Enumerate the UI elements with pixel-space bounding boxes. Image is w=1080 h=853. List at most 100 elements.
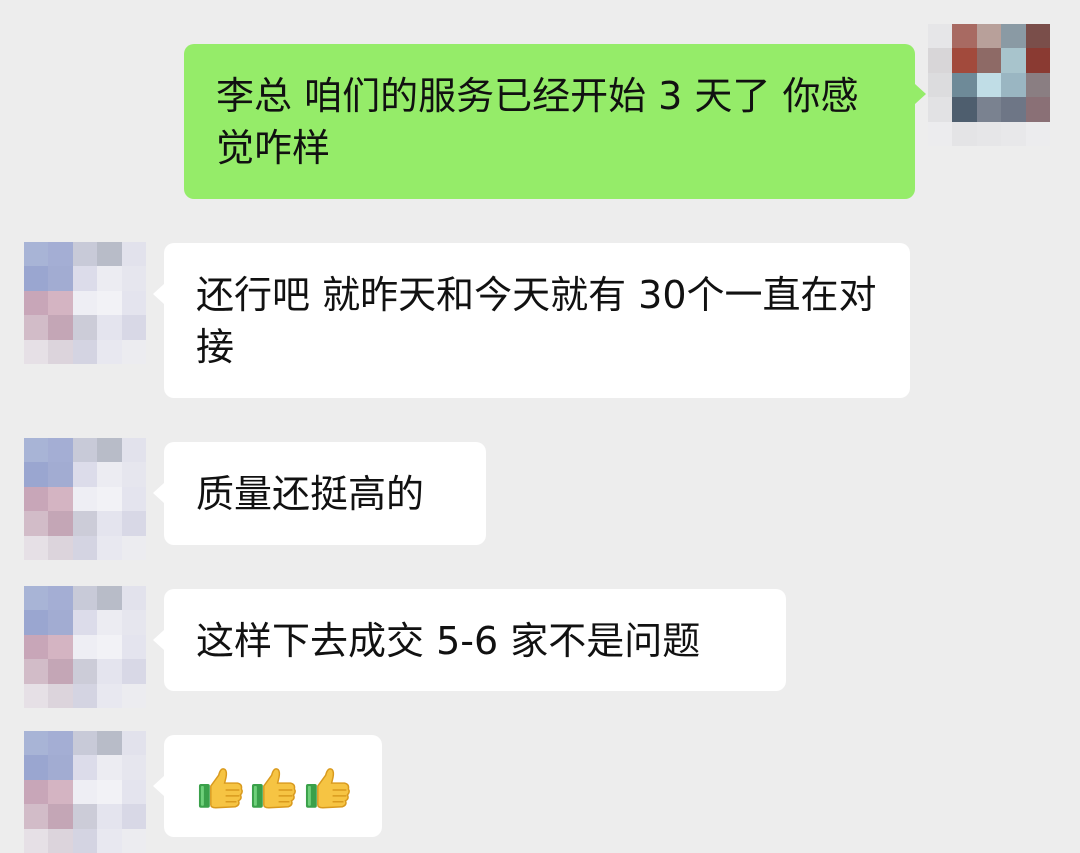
avatar-pixel bbox=[121, 659, 146, 684]
avatar-pixel bbox=[1001, 48, 1026, 73]
avatar-pixel bbox=[952, 48, 977, 73]
thumbs-up-icon bbox=[198, 768, 243, 809]
avatar-pixel bbox=[976, 97, 1002, 122]
message-bubble-outgoing[interactable]: 李总 咱们的服务已经开始 3 天了 你感觉咋样 bbox=[184, 44, 915, 199]
avatar-pixel bbox=[976, 48, 1002, 73]
avatar-pixel bbox=[72, 290, 98, 316]
avatar-pixel bbox=[97, 535, 122, 560]
avatar-pixel bbox=[72, 683, 98, 708]
emoji-row bbox=[196, 761, 352, 813]
avatar-pixel bbox=[97, 290, 122, 316]
avatar-pixel bbox=[121, 486, 146, 512]
avatar-pixel bbox=[24, 339, 49, 364]
avatar-pixel bbox=[24, 586, 49, 611]
message-text: 这样下去成交 5-6 家不是问题 bbox=[196, 619, 701, 663]
avatar-pixel bbox=[97, 804, 122, 829]
avatar-pixel bbox=[121, 266, 146, 291]
avatar-pixel bbox=[97, 462, 122, 487]
avatar-pixel bbox=[72, 511, 98, 536]
avatar-pixel bbox=[48, 486, 73, 512]
thumbs-up-icon bbox=[252, 768, 297, 809]
bubble-tail bbox=[153, 483, 164, 503]
avatar-pixel bbox=[48, 634, 73, 660]
avatar-pixel bbox=[952, 121, 977, 146]
avatar-pixel bbox=[97, 828, 122, 853]
avatar-pixel bbox=[24, 266, 49, 291]
avatar-pixel bbox=[1025, 97, 1050, 122]
avatar-pixel bbox=[24, 779, 49, 805]
avatar-pixel bbox=[952, 72, 977, 98]
avatar-pixel bbox=[1001, 24, 1026, 49]
avatar-pixel bbox=[121, 462, 146, 487]
avatar-pixel bbox=[1001, 121, 1026, 146]
avatar-pixel bbox=[24, 659, 49, 684]
contact-avatar[interactable] bbox=[24, 438, 146, 560]
message-text: 还行吧 就昨天和今天就有 30个一直在对接 bbox=[196, 273, 877, 369]
message-bubble-incoming[interactable]: 还行吧 就昨天和今天就有 30个一直在对接 bbox=[164, 243, 910, 398]
message-text: 李总 咱们的服务已经开始 3 天了 你感觉咋样 bbox=[216, 74, 859, 170]
message-text: 质量还挺高的 bbox=[196, 472, 425, 516]
avatar-pixel bbox=[121, 634, 146, 660]
avatar-pixel bbox=[976, 72, 1002, 98]
avatar-pixel bbox=[24, 535, 49, 560]
avatar-pixel bbox=[72, 586, 98, 611]
avatar-pixel bbox=[121, 535, 146, 560]
avatar-pixel bbox=[24, 315, 49, 340]
avatar-pixel bbox=[97, 610, 122, 635]
avatar-pixel bbox=[72, 804, 98, 829]
message-bubble-incoming[interactable]: 质量还挺高的 bbox=[164, 442, 486, 545]
avatar-pixel bbox=[121, 339, 146, 364]
avatar-pixel bbox=[121, 242, 146, 267]
message-bubble-incoming[interactable]: 这样下去成交 5-6 家不是问题 bbox=[164, 589, 786, 691]
avatar-pixel bbox=[72, 242, 98, 267]
avatar-pixel bbox=[24, 511, 49, 536]
contact-avatar[interactable] bbox=[24, 731, 146, 853]
avatar-pixel bbox=[1025, 72, 1050, 98]
avatar-pixel bbox=[97, 266, 122, 291]
avatar-pixel bbox=[121, 755, 146, 780]
avatar-pixel bbox=[48, 462, 73, 487]
avatar-pixel bbox=[97, 634, 122, 660]
avatar-pixel bbox=[97, 339, 122, 364]
avatar-pixel bbox=[24, 290, 49, 316]
avatar-pixel bbox=[24, 242, 49, 267]
avatar-pixel bbox=[1025, 24, 1050, 49]
contact-avatar[interactable] bbox=[24, 242, 146, 364]
avatar-pixel bbox=[72, 755, 98, 780]
avatar-pixel bbox=[928, 24, 953, 49]
avatar-pixel bbox=[48, 610, 73, 635]
avatar-pixel bbox=[121, 804, 146, 829]
avatar-pixel bbox=[97, 586, 122, 611]
avatar-pixel bbox=[48, 290, 73, 316]
avatar-pixel bbox=[121, 779, 146, 805]
avatar-pixel bbox=[121, 731, 146, 756]
avatar-pixel bbox=[48, 438, 73, 463]
bubble-tail bbox=[915, 84, 926, 104]
avatar-pixel bbox=[121, 438, 146, 463]
chat-view[interactable]: 李总 咱们的服务已经开始 3 天了 你感觉咋样 还行吧 就昨天和今天就有 30个… bbox=[0, 0, 1080, 853]
avatar-pixel bbox=[48, 586, 73, 611]
avatar-pixel bbox=[48, 828, 73, 853]
avatar-pixel bbox=[72, 731, 98, 756]
avatar-pixel bbox=[1001, 72, 1026, 98]
avatar-pixel bbox=[97, 659, 122, 684]
avatar-pixel bbox=[97, 438, 122, 463]
avatar-pixel bbox=[48, 535, 73, 560]
avatar-pixel bbox=[121, 511, 146, 536]
avatar-pixel bbox=[1025, 121, 1050, 146]
avatar-pixel bbox=[121, 315, 146, 340]
avatar-pixel bbox=[976, 24, 1002, 49]
avatar-pixel bbox=[72, 610, 98, 635]
avatar-pixel bbox=[72, 339, 98, 364]
avatar-pixel bbox=[24, 683, 49, 708]
avatar-pixel bbox=[72, 828, 98, 853]
avatar-pixel bbox=[121, 683, 146, 708]
avatar-pixel bbox=[24, 804, 49, 829]
avatar-pixel bbox=[24, 634, 49, 660]
contact-avatar[interactable] bbox=[24, 586, 146, 708]
avatar-pixel bbox=[121, 586, 146, 611]
my-avatar[interactable] bbox=[928, 24, 1050, 146]
bubble-tail bbox=[153, 630, 164, 650]
avatar-pixel bbox=[976, 121, 1002, 146]
message-bubble-incoming[interactable] bbox=[164, 735, 382, 837]
